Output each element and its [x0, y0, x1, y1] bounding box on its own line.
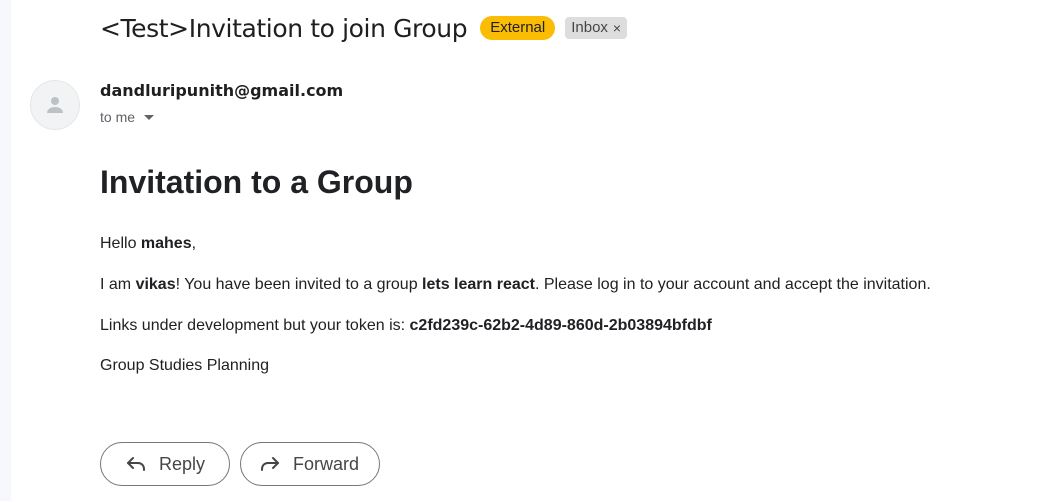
reply-arrow-icon	[127, 457, 145, 471]
remove-label-icon[interactable]: ×	[613, 19, 621, 37]
recipient-row[interactable]: to me	[100, 109, 155, 125]
greeting-paragraph: Hello mahes,	[100, 235, 196, 253]
greeting-prefix: Hello	[100, 235, 141, 252]
caret-down-icon[interactable]	[144, 114, 155, 120]
forward-button[interactable]: Forward	[240, 442, 380, 486]
body-heading: Invitation to a Group	[100, 164, 413, 200]
token-prefix: Links under development but your token i…	[100, 317, 410, 334]
forward-arrow-icon	[261, 457, 279, 471]
greeting-suffix: ,	[191, 235, 197, 252]
inviter-name: vikas	[135, 276, 176, 293]
invite-suffix: . Please log in to your account and acce…	[534, 276, 931, 293]
invite-paragraph: I am vikas! You have been invited to a g…	[100, 276, 931, 294]
token-paragraph: Links under development but your token i…	[100, 317, 712, 335]
external-badge: External	[480, 16, 556, 40]
invitation-token: c2fd239c-62b2-4d89-860d-2b03894bfdbf	[409, 317, 712, 334]
recipient-name: mahes	[140, 235, 192, 252]
sender-avatar[interactable]	[30, 80, 80, 130]
email-subject: <Test>Invitation to join Group	[100, 13, 468, 43]
subject-row: <Test>Invitation to join Group External …	[100, 8, 628, 48]
inbox-label-chip: Inbox ×	[565, 17, 628, 39]
signature: Group Studies Planning	[100, 357, 269, 374]
reply-button[interactable]: Reply	[100, 442, 230, 486]
forward-label: Forward	[293, 453, 360, 474]
left-panel-edge	[0, 0, 11, 501]
recipient-text: to me	[100, 109, 136, 125]
invite-prefix: I am	[100, 276, 136, 293]
person-icon	[47, 97, 63, 113]
group-name: lets learn react	[422, 276, 535, 293]
inbox-label-text: Inbox	[571, 19, 608, 36]
invite-middle: ! You have been invited to a group	[175, 276, 423, 293]
sender-email[interactable]: dandluripunith@gmail.com	[100, 81, 343, 100]
reply-label: Reply	[159, 453, 206, 474]
